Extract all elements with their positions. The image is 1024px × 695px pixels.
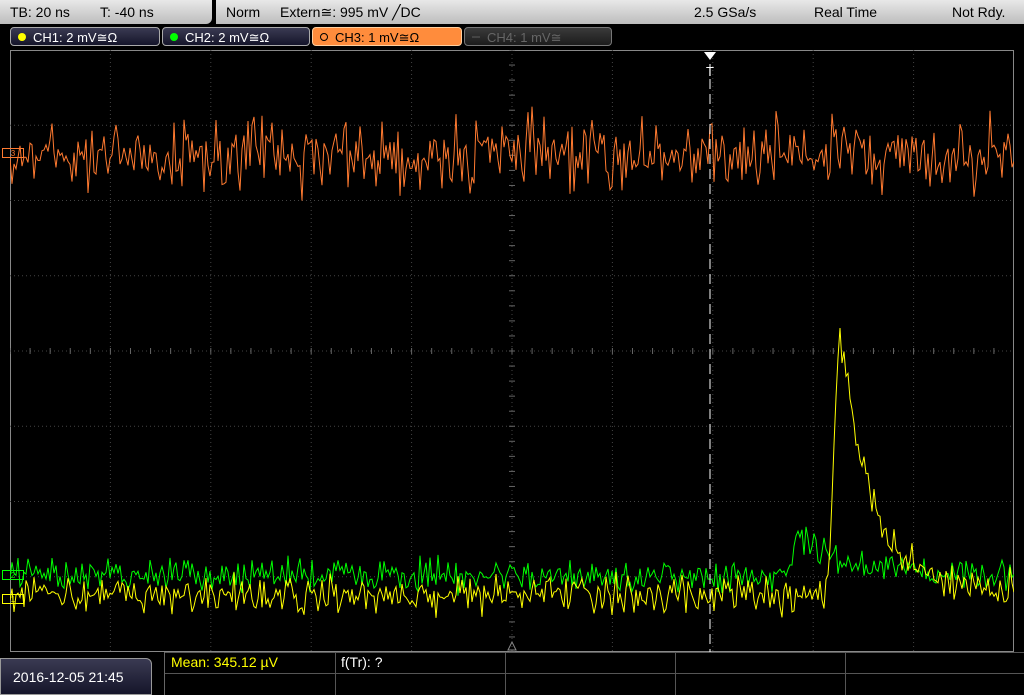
- measurement-divider: [165, 673, 1024, 674]
- timebase-box[interactable]: TB: 20 ns T: -40 ns: [0, 0, 212, 24]
- channel-3-button[interactable]: CH3: 1 mV≅Ω: [312, 27, 462, 46]
- trigger-source[interactable]: Extern≅: 995 mV ╱DC: [280, 0, 421, 24]
- trigger-offset-value[interactable]: T: -40 ns: [100, 0, 154, 24]
- channel-1-offset-marker[interactable]: 1: [2, 594, 24, 604]
- trigger-label: T: [706, 64, 714, 79]
- trigger-mode[interactable]: Norm: [226, 0, 260, 24]
- acquisition-mode[interactable]: Real Time: [814, 0, 877, 24]
- channel-bar: CH1: 2 mV≅Ω CH2: 2 mV≅Ω CH3: 1 mV≅Ω CH4:…: [0, 26, 1024, 48]
- channel-3-indicator-icon: [320, 33, 328, 41]
- acquisition-info: Norm Extern≅: 995 mV ╱DC 2.5 GSa/s Real …: [216, 0, 1024, 24]
- sample-rate[interactable]: 2.5 GSa/s: [694, 0, 756, 24]
- measurement-divider: [505, 652, 506, 695]
- channel-3-offset-marker[interactable]: 3: [2, 148, 24, 158]
- measurement-divider: [845, 652, 846, 695]
- top-status-bar: TB: 20 ns T: -40 ns Norm Extern≅: 995 mV…: [0, 0, 1024, 24]
- channel-2-button[interactable]: CH2: 2 mV≅Ω: [162, 27, 310, 46]
- channel-4-label: CH4: 1 mV≅: [487, 30, 562, 45]
- channel-4-button[interactable]: CH4: 1 mV≅: [464, 27, 612, 46]
- channel-2-label: CH2: 2 mV≅Ω: [185, 30, 270, 45]
- channel-1-label: CH1: 2 mV≅Ω: [33, 30, 118, 45]
- measurement-divider: [335, 652, 336, 695]
- waveform-display[interactable]: T: [10, 50, 1014, 652]
- measurement-divider: [675, 652, 676, 695]
- measurement-divider: [165, 652, 1024, 653]
- channel-4-indicator-icon: [472, 36, 480, 38]
- measurement-panel[interactable]: Mean: 345.12 µV f(Tr): ?: [164, 652, 1024, 695]
- channel-1-indicator-icon: [18, 33, 26, 41]
- datetime-display: 2016-12-05 21:45: [0, 658, 152, 695]
- channel-2-indicator-icon: [170, 33, 178, 41]
- measurement-frequency[interactable]: f(Tr): ?: [341, 654, 382, 670]
- channel-2-offset-marker[interactable]: 2: [2, 570, 24, 580]
- trigger-status: Not Rdy.: [952, 4, 1006, 20]
- channel-1-button[interactable]: CH1: 2 mV≅Ω: [10, 27, 160, 46]
- timebase-value[interactable]: TB: 20 ns: [10, 0, 70, 24]
- channel-3-label: CH3: 1 mV≅Ω: [335, 30, 420, 45]
- bottom-bar: 2016-12-05 21:45 Mean: 345.12 µV f(Tr): …: [0, 652, 1024, 695]
- measurement-mean[interactable]: Mean: 345.12 µV: [171, 654, 278, 670]
